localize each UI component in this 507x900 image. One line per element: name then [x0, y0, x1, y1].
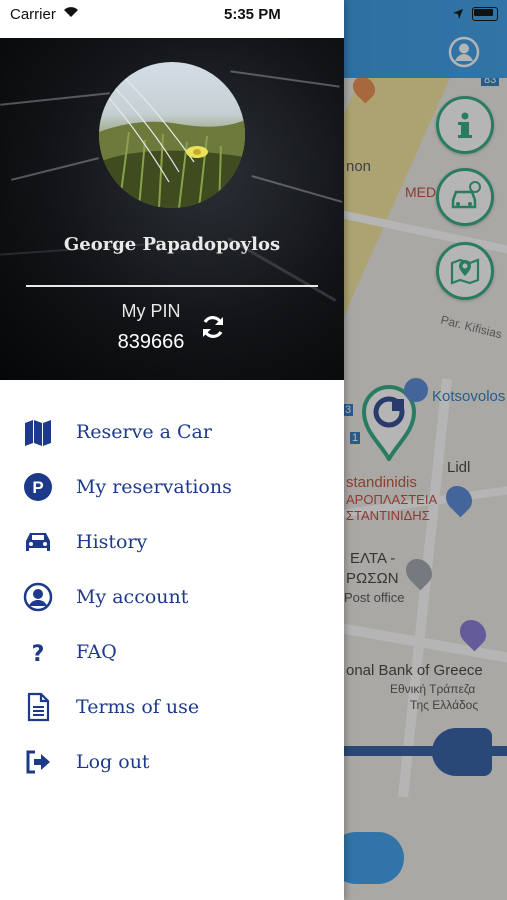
side-drawer: George Papadopoylos My PIN 839666 Reserv… — [0, 0, 344, 900]
user-circle-icon — [22, 581, 54, 613]
menu-item-faq[interactable]: ? FAQ — [0, 628, 344, 676]
menu-item-label: Terms of use — [76, 696, 200, 718]
svg-text:P: P — [32, 478, 43, 497]
logout-icon — [22, 746, 54, 778]
menu-item-log-out[interactable]: Log out — [0, 738, 344, 786]
menu-item-terms-of-use[interactable]: Terms of use — [0, 683, 344, 731]
motion-streak — [230, 70, 340, 88]
menu-item-my-account[interactable]: My account — [0, 573, 344, 621]
avatar[interactable] — [99, 62, 245, 208]
motion-streak — [251, 175, 343, 203]
motion-streak — [11, 157, 99, 181]
motion-streak — [0, 92, 110, 106]
refresh-icon[interactable] — [200, 314, 226, 340]
clock: 5:35 PM — [224, 6, 281, 23]
menu-item-history[interactable]: History — [0, 518, 344, 566]
menu-item-reserve-car[interactable]: Reserve a Car — [0, 408, 344, 456]
menu-item-my-reservations[interactable]: P My reservations — [0, 463, 344, 511]
pin-value: 839666 — [117, 331, 185, 353]
menu-item-label: Reserve a Car — [76, 421, 212, 443]
drawer-header: George Papadopoylos My PIN 839666 — [0, 38, 344, 380]
battery-icon — [472, 7, 498, 21]
menu-item-label: Log out — [76, 751, 150, 773]
map-icon — [22, 416, 54, 448]
document-icon — [22, 691, 54, 723]
wifi-icon — [62, 4, 80, 22]
menu-item-label: My account — [76, 586, 189, 608]
user-name: George Papadopoylos — [63, 234, 281, 255]
pin-label: My PIN — [121, 301, 181, 321]
car-icon — [22, 526, 54, 558]
status-bar: Carrier 5:35 PM — [0, 0, 507, 30]
parking-icon: P — [22, 471, 54, 503]
carrier-label: Carrier — [10, 6, 56, 23]
menu-item-label: My reservations — [76, 476, 232, 498]
divider — [26, 285, 318, 287]
menu-item-label: FAQ — [76, 641, 117, 663]
question-icon: ? — [22, 636, 54, 668]
svg-text:?: ? — [32, 642, 45, 667]
location-arrow-icon — [452, 7, 464, 24]
menu-item-label: History — [76, 531, 148, 553]
